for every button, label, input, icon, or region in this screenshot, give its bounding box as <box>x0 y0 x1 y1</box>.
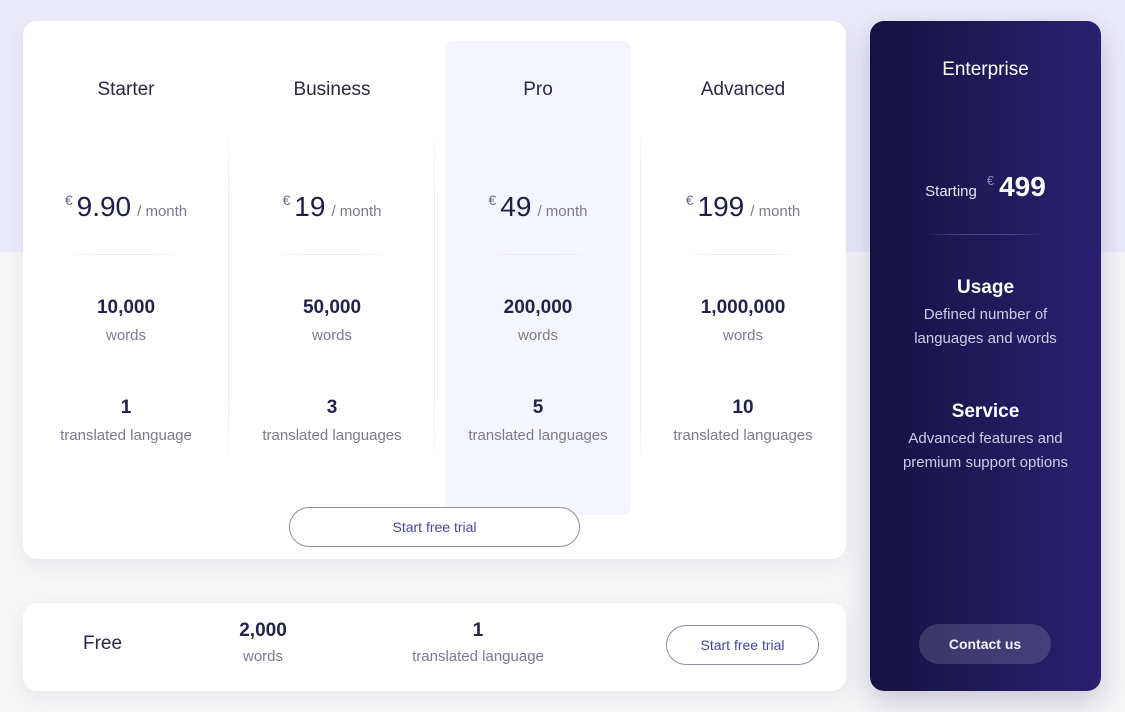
price-divider <box>69 254 183 255</box>
word-count: 1,000,000 <box>700 297 786 318</box>
enterprise-card: Enterprise Starting € 499 Usage Defined … <box>870 21 1101 691</box>
language-count-label: translated languages <box>468 427 608 444</box>
price-amount: 199 <box>697 191 745 222</box>
price-divider <box>686 254 800 255</box>
language-count-label: translated language <box>60 427 192 444</box>
usage-title: Usage <box>956 277 1015 298</box>
language-count-label: translated languages <box>262 427 402 444</box>
enterprise-price: Starting € 499 <box>870 171 1101 203</box>
plan-name: Advanced <box>700 79 786 100</box>
column-divider <box>228 121 229 471</box>
plan-advanced: Advanced € 199 / month 1,000,000 words 1… <box>650 41 836 515</box>
price-divider <box>481 254 595 255</box>
language-count: 5 <box>532 397 544 418</box>
language-count: 10 <box>732 397 754 418</box>
language-count: 1 <box>120 397 132 418</box>
currency-symbol: € <box>488 192 497 208</box>
free-word-label: words <box>242 648 283 665</box>
price-divider <box>275 254 389 255</box>
price-divider <box>925 234 1046 235</box>
currency-symbol: € <box>685 192 694 208</box>
plan-price: € 49 / month <box>445 191 631 223</box>
free-language-label: translated language <box>412 648 544 665</box>
starting-label: Starting <box>925 183 977 200</box>
start-free-trial-button[interactable]: Start free trial <box>289 507 580 547</box>
price-period: / month <box>750 203 801 220</box>
free-start-trial-button[interactable]: Start free trial <box>666 625 819 665</box>
price-amount: 19 <box>294 191 326 222</box>
word-count: 50,000 <box>302 297 362 318</box>
word-count: 200,000 <box>503 297 573 318</box>
price-period: / month <box>537 203 588 220</box>
plan-price: € 199 / month <box>650 191 836 223</box>
plan-pro: Pro € 49 / month 200,000 words 5 transla… <box>445 41 631 515</box>
plan-business: Business € 19 / month 50,000 words 3 tra… <box>239 41 425 515</box>
free-plan-name: Free <box>83 633 123 654</box>
plan-price: € 9.90 / month <box>33 191 219 223</box>
plan-name: Business <box>293 79 371 100</box>
word-count: 10,000 <box>96 297 156 318</box>
usage-description: Defined number of languages and words <box>914 306 1057 347</box>
free-language-block: 1 translated language <box>393 620 563 665</box>
enterprise-title: Enterprise <box>942 59 1029 80</box>
contact-us-button[interactable]: Contact us <box>919 624 1051 664</box>
word-count-label: words <box>311 327 352 344</box>
language-count: 3 <box>326 397 338 418</box>
language-count-label: translated languages <box>673 427 813 444</box>
free-word-count: 2,000 <box>239 620 287 641</box>
word-count-label: words <box>105 327 146 344</box>
column-divider <box>640 121 641 471</box>
service-description: Advanced features and premium support op… <box>902 430 1069 471</box>
free-language-count: 1 <box>472 620 484 641</box>
free-word-block: 2,000 words <box>213 620 313 665</box>
plan-name: Starter <box>97 79 155 100</box>
currency-symbol: € <box>64 192 73 208</box>
word-count-label: words <box>722 327 763 344</box>
column-divider <box>434 121 435 471</box>
plan-name: Pro <box>523 79 553 100</box>
price-amount: 49 <box>500 191 532 222</box>
free-plan-card: Free 2,000 words 1 translated language S… <box>23 603 846 691</box>
price-period: / month <box>137 203 188 220</box>
price-amount: 499 <box>999 171 1046 202</box>
currency-symbol: € <box>282 192 291 208</box>
plan-price: € 19 / month <box>239 191 425 223</box>
price-amount: 9.90 <box>76 191 132 222</box>
currency-symbol: € <box>986 173 995 188</box>
pricing-plans-card: Starter € 9.90 / month 10,000 words 1 tr… <box>23 21 846 559</box>
price-period: / month <box>331 203 382 220</box>
service-title: Service <box>951 401 1020 422</box>
word-count-label: words <box>517 327 558 344</box>
plan-starter: Starter € 9.90 / month 10,000 words 1 tr… <box>33 41 219 515</box>
